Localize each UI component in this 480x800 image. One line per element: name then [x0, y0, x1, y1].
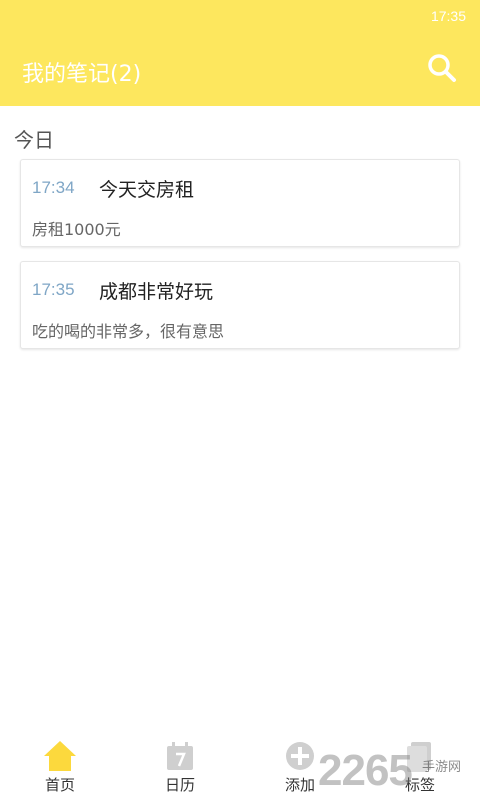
note-body: 吃的喝的非常多，很有意思 [32, 322, 225, 341]
tab-label: 日历 [164, 776, 195, 794]
search-icon[interactable] [426, 52, 458, 84]
note-card[interactable]: 17:34 今天交房租 房租1000元 [20, 159, 460, 247]
note-title: 今天交房租 [99, 179, 195, 201]
tab-label: 首页 [44, 776, 75, 794]
tab-add[interactable]: 添加 [240, 730, 360, 800]
tag-icon [407, 742, 431, 772]
calendar-icon [167, 742, 193, 770]
note-card[interactable]: 17:35 成都非常好玩 吃的喝的非常多，很有意思 [20, 261, 460, 349]
note-body: 房租1000元 [32, 220, 121, 239]
note-time: 17:35 [32, 280, 75, 299]
bottom-tab-bar: 首页 日历 添加 标签 [0, 730, 480, 800]
page-title: 我的笔记(2) [22, 62, 142, 87]
note-title: 成都非常好玩 [99, 281, 214, 303]
app-bar: 我的笔记(2) [0, 32, 480, 106]
tab-label: 标签 [404, 776, 435, 794]
tab-label: 添加 [284, 776, 315, 794]
tab-tags[interactable]: 标签 [360, 730, 480, 800]
home-icon [44, 741, 76, 771]
note-time: 17:34 [32, 178, 75, 197]
status-time: 17:35 [430, 8, 466, 24]
status-bar: 17:35 [0, 0, 480, 32]
tab-home[interactable]: 首页 [0, 730, 120, 800]
add-circle-icon [286, 742, 314, 770]
section-label-today: 今日 [14, 128, 54, 152]
tab-calendar[interactable]: 日历 [120, 730, 240, 800]
